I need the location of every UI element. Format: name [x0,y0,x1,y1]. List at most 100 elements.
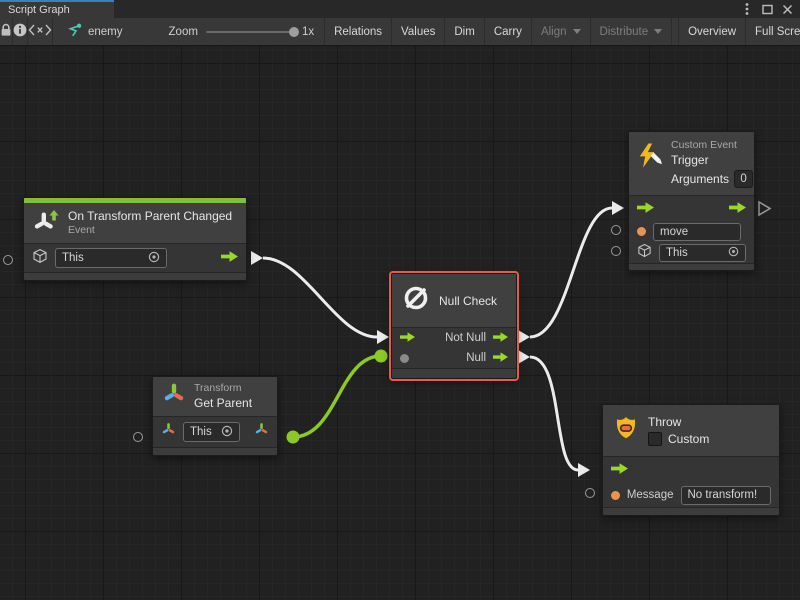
chevron-down-icon [654,29,662,34]
arguments-field[interactable]: 0 [734,170,753,188]
zoom-value: 1x [302,26,314,38]
node-port-row: Null [392,348,516,368]
fullscreen-button[interactable]: Full Screen [746,18,800,45]
node-category: Transform [194,382,252,395]
event-name-field[interactable]: move [653,223,741,241]
event-output-port-marker [251,251,263,265]
align-dropdown[interactable]: Align [532,18,591,45]
dim-button[interactable]: Dim [445,18,484,45]
relations-label: Relations [334,26,382,38]
node-port-row: Not Null [392,328,516,348]
cube-icon [32,248,48,269]
node-footer [603,507,779,515]
flow-output-port[interactable] [729,200,746,218]
close-icon[interactable] [780,2,794,16]
node-port-row: This [629,242,754,263]
value-input-port[interactable] [400,354,409,363]
wire-null-to-throw [530,357,578,470]
values-label: Values [401,26,435,38]
tab-title: Script Graph [8,4,70,16]
inspect-button[interactable] [13,18,28,45]
target-field[interactable]: This [659,244,746,262]
node-port-row: move [629,221,754,242]
cube-icon [637,243,652,263]
transform-output-port[interactable] [254,422,269,442]
null-output-port[interactable] [493,349,508,367]
node-throw[interactable]: Throw Custom Message No transform! [602,404,780,516]
object-picker-icon[interactable] [148,251,160,266]
object-picker-icon[interactable] [221,425,233,440]
info-icon [13,23,27,40]
message-label: Message [627,489,674,501]
maximize-icon[interactable] [760,2,774,16]
node-header: Transform Get Parent [153,377,277,417]
flow-input-port[interactable] [400,329,415,347]
overview-button[interactable]: Overview [678,18,746,45]
chevron-down-icon [573,29,581,34]
value-wire-end-dot [375,350,388,363]
trigger-name-port-ring[interactable] [611,225,621,235]
values-button[interactable]: Values [392,18,445,45]
flow-input-port[interactable] [611,461,628,479]
node-subtitle: Event [68,224,232,237]
align-label: Align [541,26,567,38]
graph-toolbar: enemy Zoom 1x Relations Values Dim Carry… [0,18,800,46]
port-label-not-null: Not Null [445,332,486,344]
wire-event-to-nullcheck [263,258,377,337]
carry-label: Carry [494,26,522,38]
flow-output-port[interactable] [221,249,238,267]
node-category: Custom Event [671,139,753,152]
transform-input-port[interactable] [161,422,176,442]
getparent-target-port-ring[interactable] [133,432,143,442]
wire-notnull-to-trigger [530,208,612,337]
node-null-check[interactable]: Null Check Not Null Null [391,273,517,379]
node-title: Throw [648,415,709,430]
wire-getparent-to-nullcheck [293,356,381,437]
graph-name-group: enemy [53,18,133,45]
relations-button[interactable]: Relations [324,18,392,45]
custom-event-icon [637,143,663,178]
event-target-port-ring[interactable] [3,255,13,265]
throw-message-port-ring[interactable] [585,488,595,498]
target-field[interactable]: This [55,248,167,268]
zoom-slider[interactable] [206,31,294,33]
node-port-row: Message No transform! [603,483,779,507]
custom-checkbox[interactable] [648,432,662,446]
node-on-transform-parent-changed[interactable]: On Transform Parent Changed Event This [23,197,247,281]
wire-arrowhead [612,201,624,215]
not-null-output-port[interactable] [493,329,508,347]
node-footer [392,368,516,378]
message-input-port[interactable] [611,491,620,500]
node-port-row [603,457,779,483]
overview-label: Overview [688,26,736,38]
message-field[interactable]: No transform! [681,486,772,505]
kebab-menu-icon[interactable] [740,2,754,16]
trigger-target-port-ring[interactable] [611,246,621,256]
node-header: Custom Event Trigger Arguments 0 [629,132,754,196]
script-graph-window: Script Graph [0,0,800,600]
event-name-value: move [660,226,688,238]
fullscreen-label: Full Screen [755,26,800,38]
node-port-row: This [153,417,277,447]
tab-script-graph[interactable]: Script Graph [0,0,114,18]
flow-input-port[interactable] [637,200,654,218]
transform-icon [162,382,186,411]
carry-button[interactable]: Carry [485,18,532,45]
lock-button[interactable] [0,18,13,45]
node-title: Get Parent [194,396,252,411]
node-header: Null Check [392,274,516,328]
node-header: Throw Custom [603,405,779,457]
event-name-input-port[interactable] [637,227,646,236]
graph-canvas[interactable]: On Transform Parent Changed Event This [0,46,800,600]
graph-name-label: enemy [88,26,123,38]
node-get-parent[interactable]: Transform Get Parent This [152,376,278,456]
target-field[interactable]: This [183,422,240,442]
arguments-label: Arguments [671,172,729,187]
transform-event-icon [33,208,60,238]
zoom-slider-handle[interactable] [289,27,299,37]
distribute-label: Distribute [600,26,649,38]
object-picker-icon[interactable] [728,246,739,260]
distribute-dropdown[interactable]: Distribute [591,18,673,45]
code-view-button[interactable] [28,18,53,45]
node-trigger-custom-event[interactable]: Custom Event Trigger Arguments 0 [628,131,755,271]
